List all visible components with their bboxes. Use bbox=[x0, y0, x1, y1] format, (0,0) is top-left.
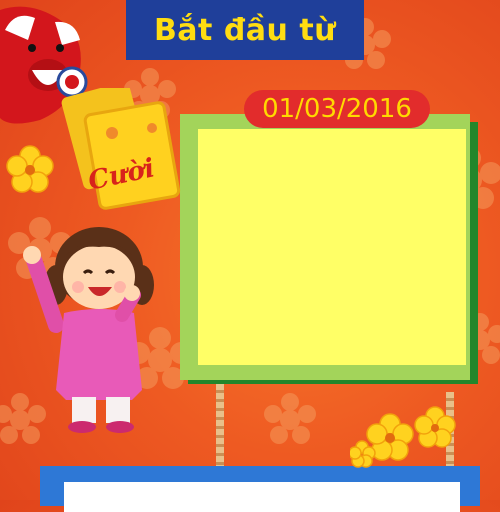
board-blank-area bbox=[198, 129, 466, 365]
red-envelope-icon bbox=[61, 88, 181, 210]
apricot-flower-icon bbox=[6, 145, 54, 193]
date-badge: 01/03/2016 bbox=[244, 90, 430, 128]
title-banner: Bắt đầu từ bbox=[126, 0, 364, 60]
board-stick-left bbox=[216, 384, 224, 468]
title-text: Bắt đầu từ bbox=[153, 12, 337, 48]
apricot-flower-icon bbox=[350, 406, 456, 468]
date-text: 01/03/2016 bbox=[262, 94, 412, 124]
bottom-panel-inner bbox=[64, 482, 460, 512]
girl-illustration-icon bbox=[23, 227, 154, 433]
